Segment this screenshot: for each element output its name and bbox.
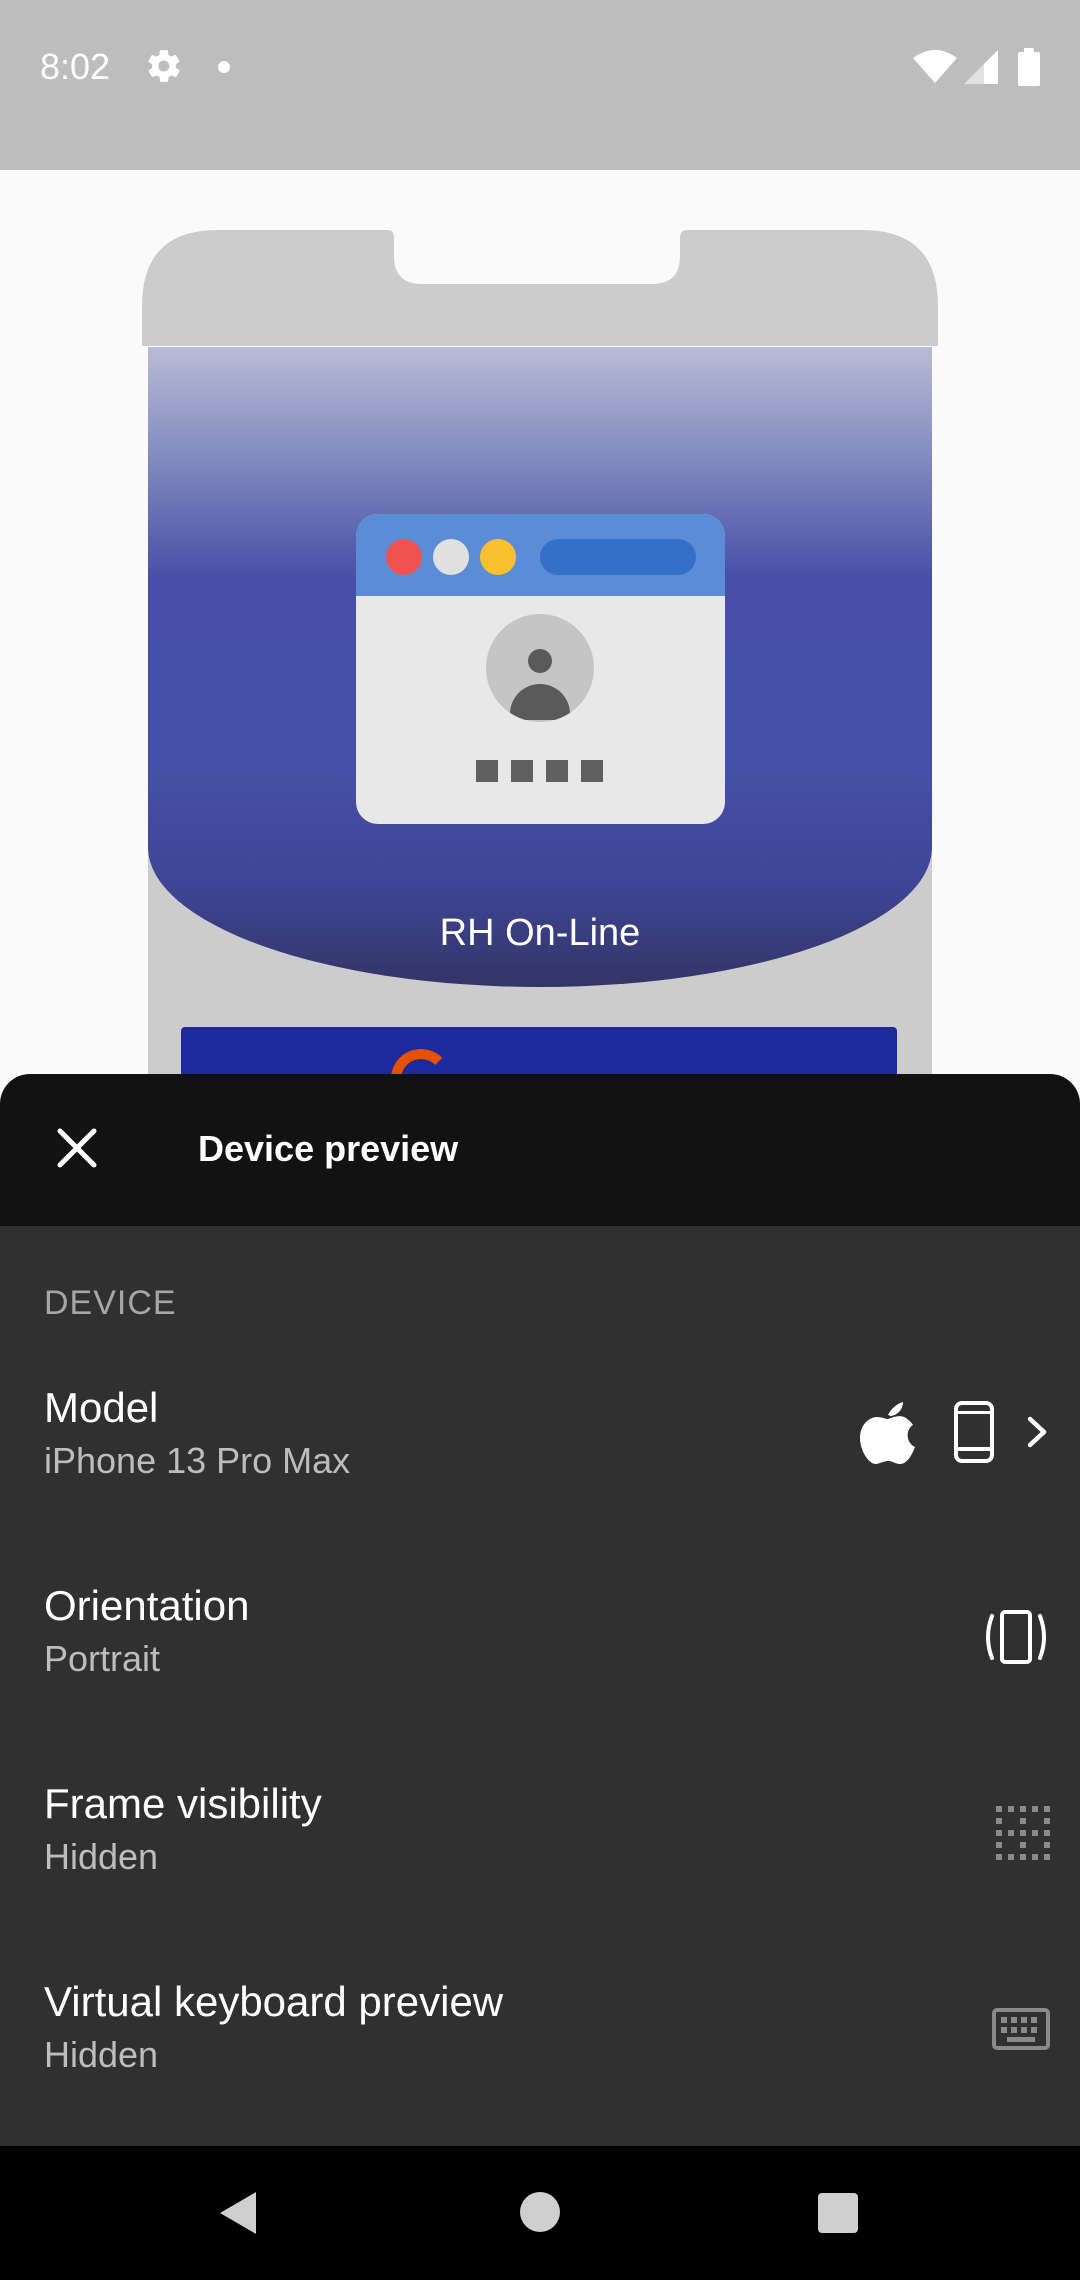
status-time: 8:02	[40, 46, 111, 87]
browser-toolbar	[356, 514, 725, 596]
frame-hidden-icon	[994, 1804, 1050, 1865]
login-illustration	[356, 514, 725, 824]
setting-icons	[982, 1608, 1050, 1671]
screen-rotation-icon	[982, 1608, 1050, 1671]
password-dot	[581, 760, 603, 782]
bottom-sheet-header: Device preview	[0, 1074, 1080, 1226]
keyboard-icon	[992, 2008, 1050, 2055]
apple-icon	[858, 1398, 918, 1471]
back-icon[interactable]	[218, 2190, 258, 2241]
recents-icon[interactable]	[818, 2193, 858, 2233]
chevron-right-icon	[1024, 1415, 1050, 1454]
battery-icon	[1018, 48, 1040, 91]
app-hero-banner: RH On-Line	[148, 347, 932, 987]
navigation-bar	[0, 2146, 1080, 2280]
setting-label: Model	[44, 1384, 159, 1431]
close-icon	[57, 1128, 97, 1168]
wifi-icon	[913, 50, 957, 89]
phone-icon	[954, 1401, 994, 1468]
password-dot	[546, 760, 568, 782]
setting-icons	[994, 1804, 1050, 1865]
setting-label: Virtual keyboard preview	[44, 1978, 504, 2025]
app-name: RH On-Line	[439, 912, 641, 954]
setting-value: Hidden	[44, 1836, 159, 1877]
home-icon[interactable]	[520, 2192, 560, 2232]
bottom-sheet-body: DEVICE Model iPhone 13 Pro Max Orientati…	[0, 1226, 1080, 2146]
window-dot-gray	[433, 539, 469, 575]
setting-value: Hidden	[44, 2034, 159, 2075]
address-bar	[540, 539, 696, 575]
device-preview-area: RH On-Line	[0, 170, 1080, 1074]
window-dot-yellow	[480, 539, 516, 575]
notification-dot-icon	[218, 61, 230, 73]
frame-visibility-setting[interactable]: Frame visibility Hidden	[0, 1780, 1080, 1978]
setting-label: Orientation	[44, 1582, 250, 1629]
setting-icons	[858, 1398, 1050, 1471]
device-screen: RH On-Line	[148, 347, 932, 1074]
google-logo-icon	[391, 1049, 451, 1074]
sheet-title: Device preview	[198, 1128, 459, 1169]
status-bar: 8:02	[0, 0, 1080, 170]
window-dot-red	[386, 539, 422, 575]
section-header-device: DEVICE	[44, 1284, 177, 1322]
close-button[interactable]	[40, 1111, 114, 1185]
settings-icon	[145, 47, 183, 90]
model-setting[interactable]: Model iPhone 13 Pro Max	[0, 1384, 1080, 1582]
password-dot	[511, 760, 533, 782]
avatar-icon	[486, 614, 594, 722]
setting-label: Frame visibility	[44, 1780, 322, 1827]
setting-value: Portrait	[44, 1638, 161, 1679]
setting-icons	[992, 2008, 1050, 2055]
cell-signal-icon	[964, 50, 998, 89]
sign-in-button[interactable]	[181, 1027, 897, 1074]
device-frame-top	[142, 230, 938, 350]
password-dot	[476, 760, 498, 782]
orientation-setting[interactable]: Orientation Portrait	[0, 1582, 1080, 1780]
setting-value: iPhone 13 Pro Max	[44, 1440, 351, 1481]
